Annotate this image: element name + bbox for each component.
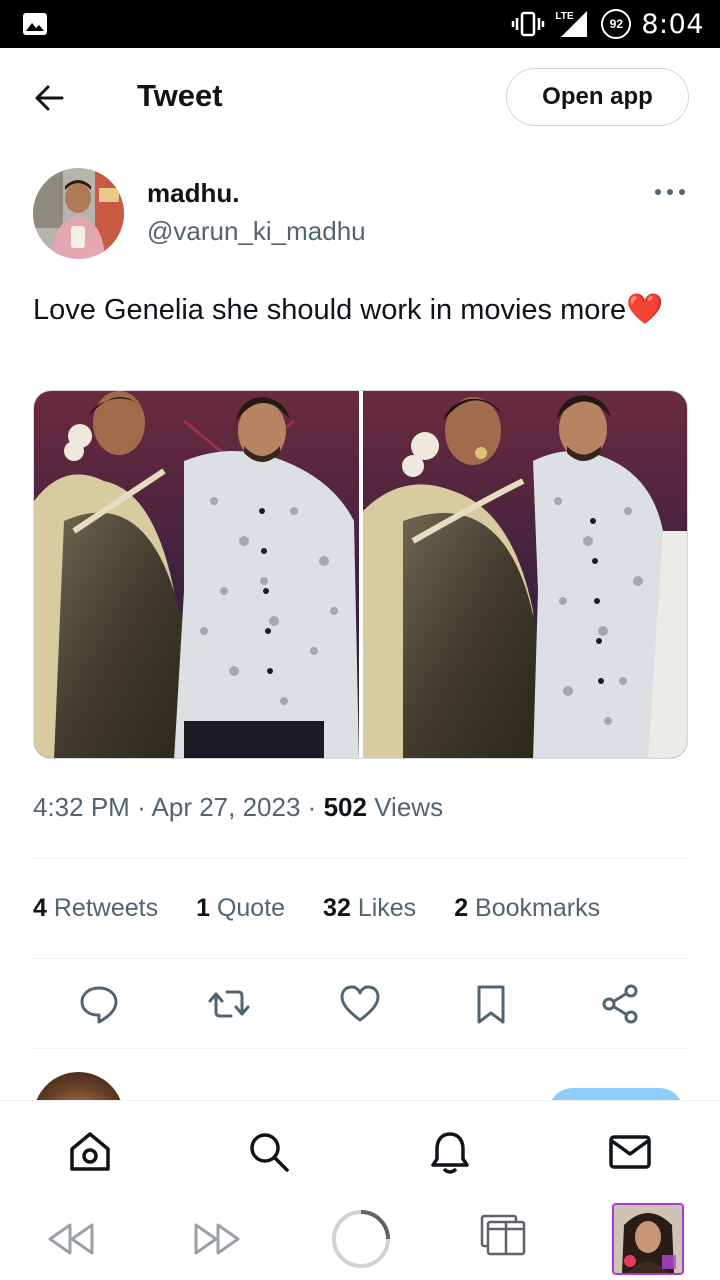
share-icon[interactable] [599, 982, 643, 1026]
more-horizontal-icon[interactable] [652, 182, 688, 202]
tweet-photo[interactable] [34, 391, 359, 758]
signal-icon: LTE [555, 7, 591, 41]
author-name[interactable]: madhu. [147, 178, 239, 209]
tabs-icon[interactable] [480, 1212, 534, 1266]
stat-count: 32 [323, 894, 351, 922]
stat-label: Retweets [53, 894, 159, 922]
stat-label: Quote [216, 894, 286, 922]
bookmark-icon[interactable] [469, 982, 513, 1026]
meta-separator: · [307, 792, 317, 822]
tweet-date[interactable]: Apr 27, 2023 [152, 792, 301, 822]
heart-emoji: ❤️ [626, 293, 664, 326]
page-title: Tweet [137, 78, 223, 113]
stat-bookmarks[interactable]: 2 Bookmarks [454, 894, 600, 923]
top-header: Tweet Open app [0, 48, 720, 148]
heart-icon[interactable] [338, 982, 382, 1026]
mail-icon[interactable] [607, 1129, 653, 1175]
image-notification-icon [23, 13, 47, 35]
reply-icon[interactable] [77, 982, 121, 1026]
divider [33, 858, 688, 859]
divider [33, 958, 688, 959]
home-icon[interactable] [67, 1129, 113, 1175]
meta-separator: · [137, 792, 146, 822]
author-handle[interactable]: @varun_ki_madhu [147, 216, 366, 247]
stat-count: 4 [33, 894, 47, 922]
bottom-tab-bar [0, 1100, 720, 1196]
search-icon[interactable] [246, 1129, 292, 1175]
bell-icon[interactable] [427, 1129, 473, 1175]
fast-forward-icon[interactable] [190, 1212, 244, 1266]
author-avatar[interactable] [33, 168, 124, 259]
tweet-meta: 4:32 PM · Apr 27, 2023 · 502 Views [33, 792, 443, 823]
retweet-icon[interactable] [207, 982, 251, 1026]
divider [33, 1048, 688, 1049]
tweet-time: 4:32 PM [33, 792, 130, 822]
clock: 8:04 [641, 8, 704, 40]
vibrate-icon [512, 11, 545, 37]
tweet-media [33, 390, 688, 759]
tweet-photo[interactable] [362, 391, 687, 758]
battery-indicator: 92 [601, 9, 632, 39]
open-app-button[interactable]: Open app [506, 68, 689, 126]
stat-likes[interactable]: 32 Likes [323, 894, 416, 923]
tweet-stats: 4 Retweets 1 Quote 32 Likes 2 Bookmarks [33, 894, 638, 923]
rewind-icon[interactable] [44, 1212, 98, 1266]
stat-count: 2 [454, 894, 469, 922]
stat-retweets[interactable]: 4 Retweets [33, 894, 158, 923]
tweet-body: Love Genelia she should work in movies m… [33, 294, 627, 326]
loading-spinner-icon[interactable] [330, 1208, 392, 1270]
stat-quotes[interactable]: 1 Quote [196, 894, 285, 923]
status-bar: LTE 92 8:04 [0, 0, 720, 48]
views-count: 502 [323, 792, 367, 822]
current-tab-thumbnail[interactable] [612, 1203, 684, 1275]
stat-count: 1 [196, 894, 210, 922]
stat-label: Likes [357, 894, 417, 922]
stat-label: Bookmarks [475, 894, 601, 922]
tweet-actions [33, 974, 688, 1034]
tweet-text: Love Genelia she should work in movies m… [33, 290, 673, 330]
arrow-left-icon[interactable] [30, 80, 70, 116]
views-label: Views [374, 792, 444, 822]
